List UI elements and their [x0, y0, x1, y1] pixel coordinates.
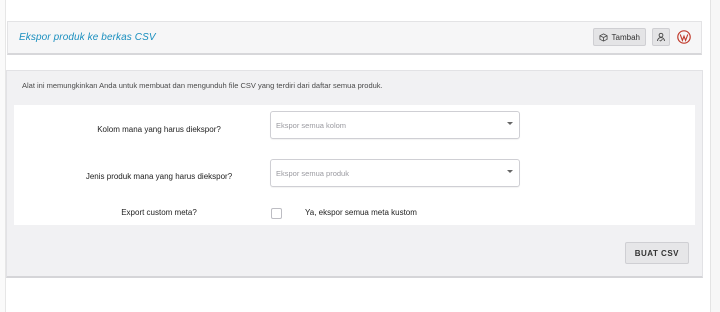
chevron-down-icon [507, 122, 513, 125]
add-button[interactable]: Tambah [592, 28, 646, 46]
header-actions: Tambah [592, 28, 692, 46]
page-title: Ekspor produk ke berkas CSV [19, 32, 156, 43]
meta-label: Export custom meta? [121, 208, 197, 217]
profile-button[interactable] [652, 28, 670, 46]
intro-text: Alat ini memungkinkan Anda untuk membuat… [22, 81, 383, 90]
columns-label: Kolom mana yang harus diekspor? [97, 125, 221, 134]
wordpress-logo[interactable] [676, 29, 692, 45]
person-icon [657, 32, 665, 42]
generate-csv-button[interactable]: BUAT CSV [624, 242, 689, 264]
types-label: Jenis produk mana yang harus diekspor? [85, 172, 233, 181]
chevron-down-icon [507, 170, 513, 173]
meta-checkbox[interactable] [271, 208, 282, 219]
page-header: Ekspor produk ke berkas CSV Tambah [7, 21, 702, 55]
cube-icon [599, 32, 608, 42]
window-right-edge [710, 0, 720, 312]
types-placeholder: Ekspor semua produk [276, 169, 349, 178]
meta-checkbox-label: Ya, ekspor semua meta kustom [305, 208, 417, 217]
export-form: Kolom mana yang harus diekspor? Ekspor s… [14, 105, 695, 225]
types-select[interactable]: Ekspor semua produk [270, 159, 520, 187]
wordpress-icon [677, 30, 691, 44]
export-panel: Alat ini memungkinkan Anda untuk membuat… [6, 70, 703, 278]
add-button-label: Tambah [611, 32, 640, 42]
columns-select[interactable]: Ekspor semua kolom [270, 111, 520, 139]
columns-placeholder: Ekspor semua kolom [276, 121, 347, 130]
